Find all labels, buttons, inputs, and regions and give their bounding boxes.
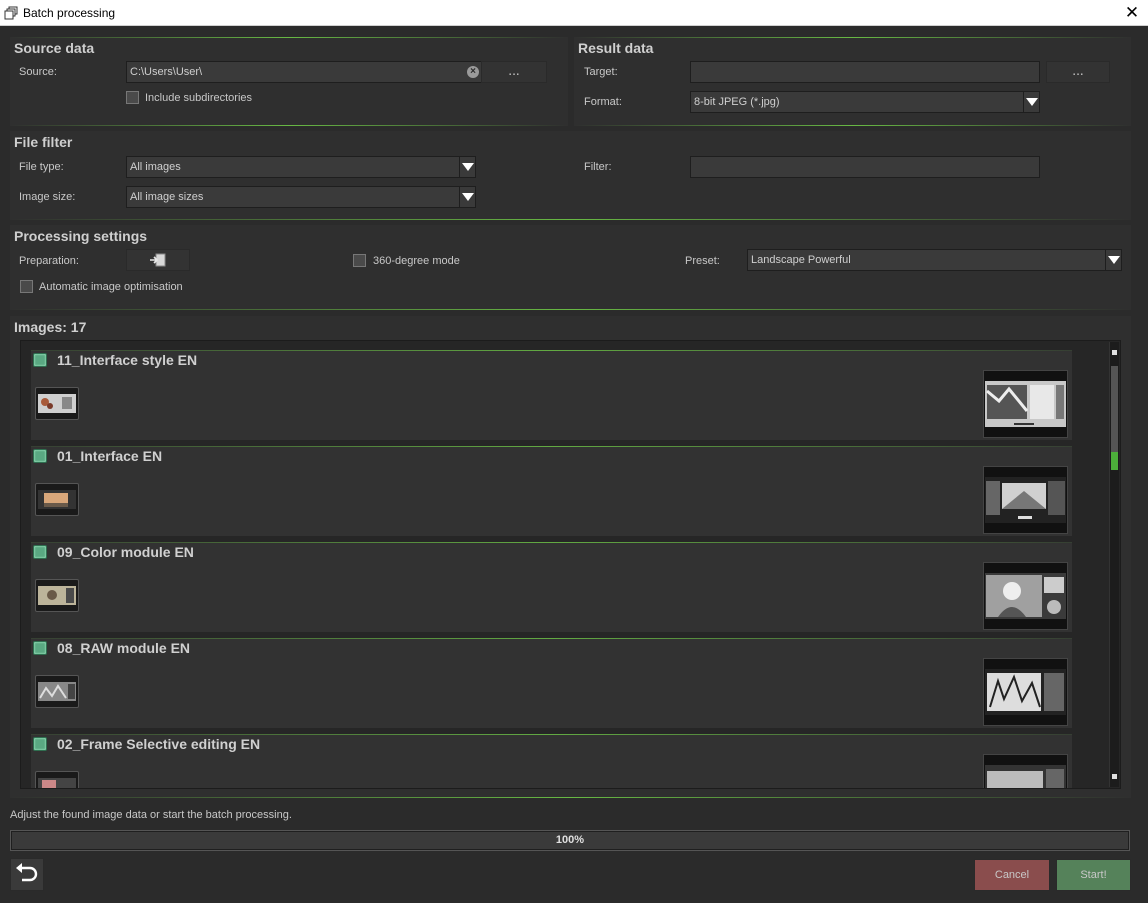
format-select[interactable]: 8-bit JPEG (*.jpg) xyxy=(690,91,1040,113)
image-preview xyxy=(983,466,1068,534)
image-list-scrollbar[interactable] xyxy=(1109,342,1119,787)
chevron-down-icon[interactable] xyxy=(459,157,475,177)
image-preview xyxy=(983,754,1068,788)
source-data-panel: Source data Source: C:\Users\User\ × ...… xyxy=(10,37,568,126)
preparation-button[interactable] xyxy=(126,249,190,271)
result-data-panel: Result data Target: ... Format: 8-bit JP… xyxy=(574,37,1131,126)
list-item[interactable]: 01_Interface EN xyxy=(31,446,1072,536)
image-thumbnail[interactable] xyxy=(35,387,79,420)
file-type-label: File type: xyxy=(19,161,64,173)
title-bar: Batch processing ✕ xyxy=(0,0,1148,26)
image-name: 01_Interface EN xyxy=(57,448,163,464)
image-name: 08_RAW module EN xyxy=(57,640,191,656)
processing-settings-title: Processing settings xyxy=(14,228,148,244)
chevron-down-icon[interactable] xyxy=(459,187,475,207)
source-label: Source: xyxy=(19,66,57,78)
image-size-select[interactable]: All image sizes xyxy=(126,186,476,208)
image-preview xyxy=(983,658,1068,726)
target-label: Target: xyxy=(584,66,618,78)
chevron-down-icon[interactable] xyxy=(1023,92,1039,112)
image-checkbox[interactable] xyxy=(33,449,47,463)
image-thumbnail[interactable] xyxy=(35,483,79,516)
images-title: Images: 17 xyxy=(14,319,87,335)
file-filter-title: File filter xyxy=(14,134,73,150)
window-title: Batch processing xyxy=(23,6,116,20)
preparation-label: Preparation: xyxy=(19,255,79,267)
filter-label: Filter: xyxy=(584,161,612,173)
image-thumbnail[interactable] xyxy=(35,675,79,708)
image-size-value: All image sizes xyxy=(130,191,204,203)
list-item[interactable]: 08_RAW module EN xyxy=(31,638,1072,728)
list-item[interactable]: 02_Frame Selective editing EN xyxy=(31,734,1072,788)
import-icon xyxy=(150,253,166,267)
source-value: C:\Users\User\ xyxy=(130,66,203,78)
include-subdirectories-checkbox[interactable] xyxy=(126,91,139,104)
preset-label: Preset: xyxy=(685,255,720,267)
source-data-title: Source data xyxy=(14,40,95,56)
status-message: Adjust the found image data or start the… xyxy=(10,809,292,821)
source-browse-button[interactable]: ... xyxy=(481,61,547,83)
image-preview xyxy=(983,370,1068,438)
progress-text: 100% xyxy=(555,834,585,846)
scroll-thumb[interactable] xyxy=(1111,366,1118,470)
preset-value: Landscape Powerful xyxy=(751,254,851,266)
cancel-button[interactable]: Cancel xyxy=(974,859,1050,891)
preset-select[interactable]: Landscape Powerful xyxy=(747,249,1122,271)
target-input[interactable] xyxy=(690,61,1040,83)
list-item[interactable]: 11_Interface style EN xyxy=(31,350,1072,440)
file-type-value: All images xyxy=(130,161,181,173)
image-thumbnail[interactable] xyxy=(35,771,79,788)
image-checkbox[interactable] xyxy=(33,353,47,367)
format-value: 8-bit JPEG (*.jpg) xyxy=(694,96,780,108)
start-button[interactable]: Start! xyxy=(1056,859,1131,891)
automatic-image-optimisation-label: Automatic image optimisation xyxy=(39,281,183,293)
image-name: 02_Frame Selective editing EN xyxy=(57,736,261,752)
image-checkbox[interactable] xyxy=(33,545,47,559)
result-data-title: Result data xyxy=(578,40,654,56)
undo-button[interactable] xyxy=(10,858,44,891)
scroll-up-icon[interactable] xyxy=(1112,350,1117,355)
list-item[interactable]: 09_Color module EN xyxy=(31,542,1072,632)
clear-icon[interactable]: × xyxy=(467,66,479,78)
image-name: 09_Color module EN xyxy=(57,544,194,560)
scroll-down-icon[interactable] xyxy=(1112,774,1117,779)
360-degree-mode-label: 360-degree mode xyxy=(373,255,460,267)
file-type-select[interactable]: All images xyxy=(126,156,476,178)
image-size-label: Image size: xyxy=(19,191,76,203)
close-icon[interactable]: ✕ xyxy=(1122,3,1142,23)
automatic-image-optimisation-checkbox[interactable] xyxy=(20,280,33,293)
processing-settings-panel: Processing settings Preparation: 360-deg… xyxy=(10,225,1131,310)
chevron-down-icon[interactable] xyxy=(1105,250,1121,270)
file-filter-panel: File filter File type: All images Image … xyxy=(10,131,1131,220)
image-thumbnail[interactable] xyxy=(35,579,79,612)
image-name: 11_Interface style EN xyxy=(57,352,198,368)
format-label: Format: xyxy=(584,96,622,108)
image-list[interactable]: 11_Interface style EN 01_Interface EN 09… xyxy=(20,340,1121,789)
source-input[interactable]: C:\Users\User\ × xyxy=(126,61,486,83)
image-checkbox[interactable] xyxy=(33,737,47,751)
progress-bar: 100% xyxy=(10,830,1130,851)
filter-input[interactable] xyxy=(690,156,1040,178)
undo-icon xyxy=(16,863,38,882)
360-degree-mode-checkbox[interactable] xyxy=(353,254,366,267)
image-checkbox[interactable] xyxy=(33,641,47,655)
batch-processing-icon xyxy=(4,6,18,20)
include-subdirectories-label: Include subdirectories xyxy=(145,92,253,104)
image-preview xyxy=(983,562,1068,630)
target-browse-button[interactable]: ... xyxy=(1046,61,1110,83)
